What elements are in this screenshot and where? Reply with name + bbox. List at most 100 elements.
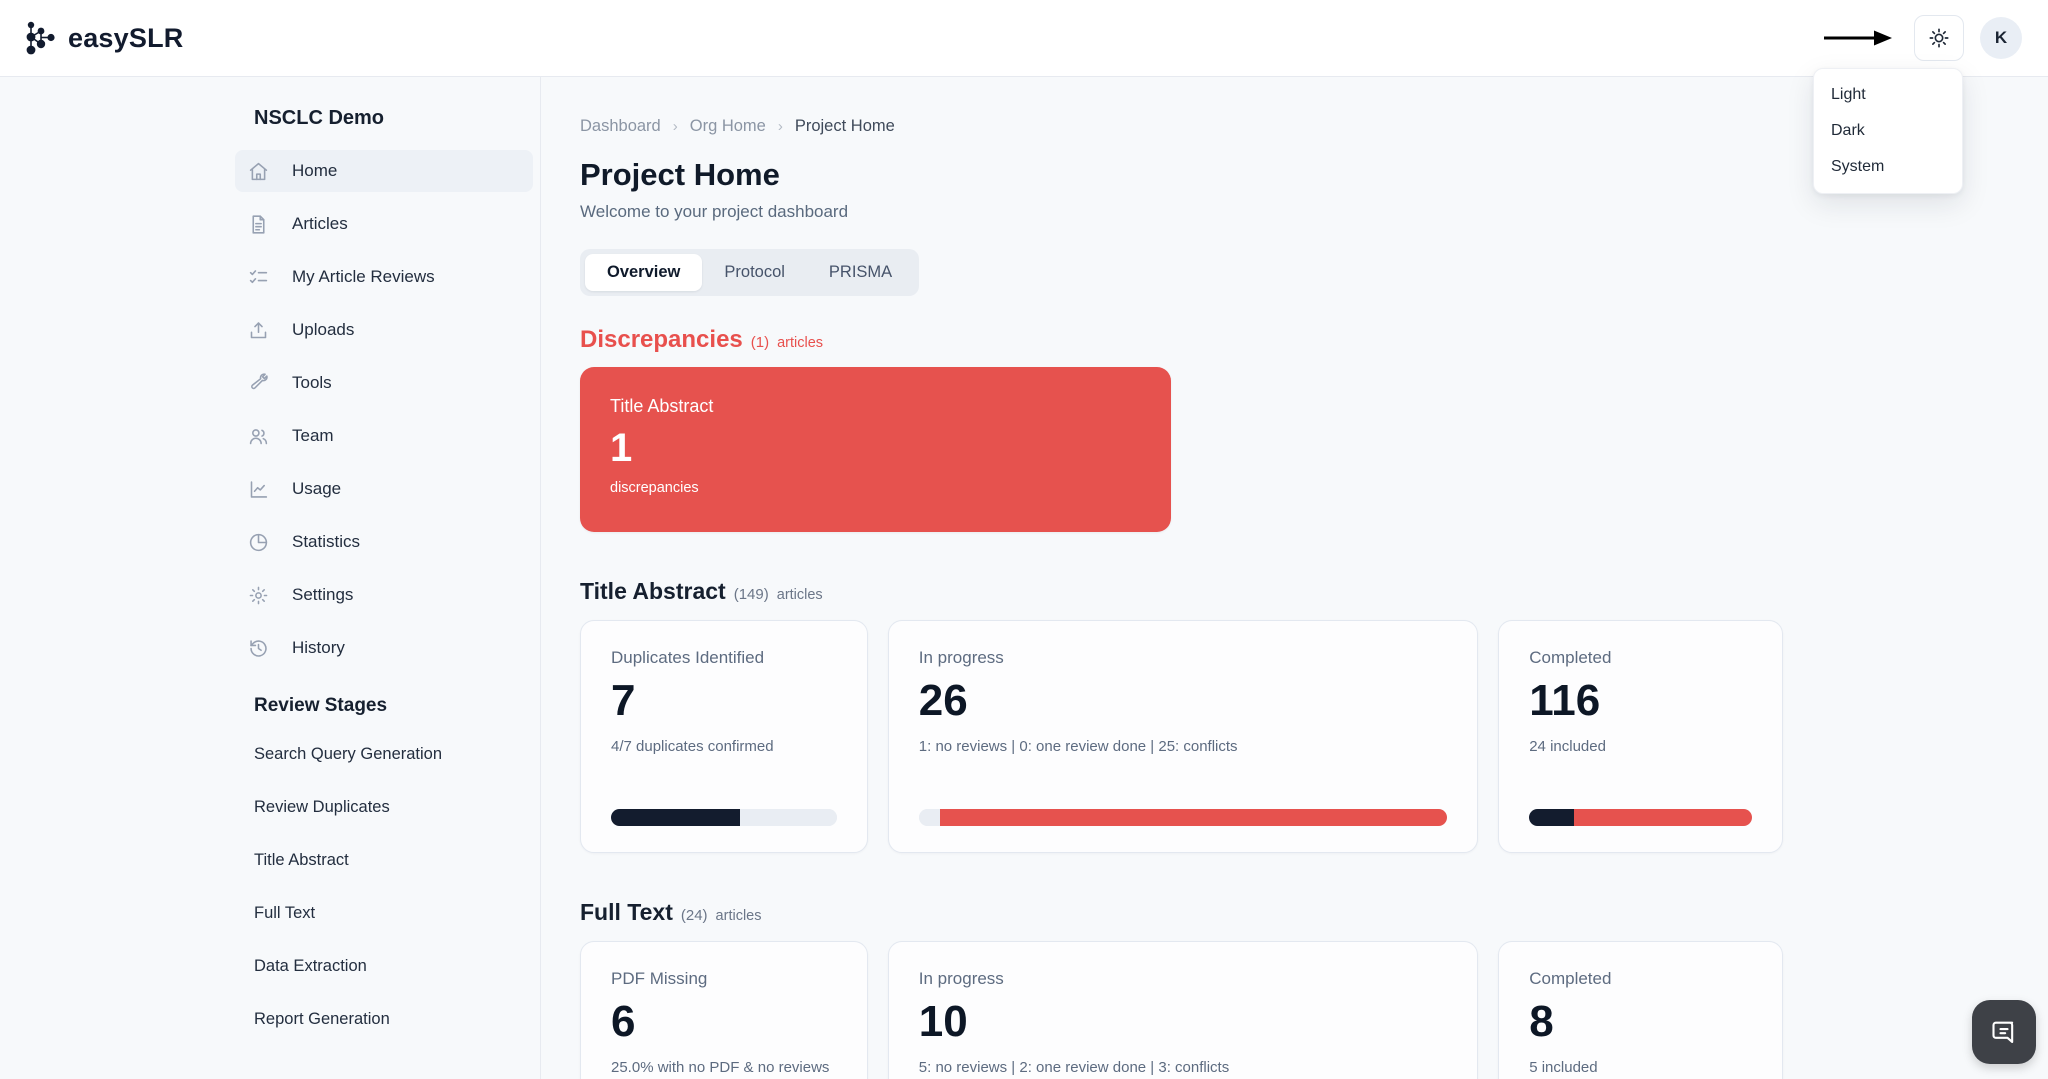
breadcrumb-dashboard[interactable]: Dashboard: [580, 117, 661, 136]
sidebar-item-team[interactable]: Team: [235, 415, 533, 457]
sidebar-item-label: Home: [292, 161, 338, 180]
sidebar-item-label: My Article Reviews: [292, 267, 435, 286]
cursor-arrow: [1822, 29, 1894, 47]
stat-value: 8: [1529, 997, 1554, 1046]
main-content: Dashboard › Org Home › Project Home Proj…: [541, 77, 2048, 1079]
user-avatar[interactable]: K: [1980, 17, 2022, 59]
stat-label: In progress: [918, 648, 1004, 667]
discrepancies-title: Discrepancies: [580, 326, 743, 353]
sidebar-item-label: Settings: [292, 585, 354, 604]
review-stages-title: Review Stages: [254, 695, 388, 716]
section-count: (24): [680, 907, 708, 924]
discrepancies-count: (1): [750, 334, 770, 351]
chat-launcher-button[interactable]: [1972, 1000, 2036, 1064]
page-subtitle: Welcome to your project dashboard: [580, 202, 849, 221]
section-count: (149): [733, 586, 769, 603]
theme-toggle-button[interactable]: [1914, 15, 1964, 61]
stat-caption: 4/7 duplicates confirmed: [611, 738, 774, 755]
wrench-icon: [248, 372, 269, 394]
card-pdf-missing[interactable]: PDF Missing 6 25.0% with no PDF & no rev…: [580, 941, 868, 1079]
upload-icon: [248, 320, 269, 341]
sidebar-item-history[interactable]: History: [235, 627, 533, 669]
sidebar: NSCLC Demo Home Articles My Article Revi…: [0, 77, 541, 1079]
sidebar-item-label: Statistics: [292, 532, 361, 551]
full-text-cards: PDF Missing 6 25.0% with no PDF & no rev…: [580, 941, 1783, 1079]
card-duplicates-identified[interactable]: Duplicates Identified 7 4/7 duplicates c…: [580, 620, 868, 853]
card-completed-full-text[interactable]: Completed 8 5 included: [1498, 941, 1783, 1079]
stat-value: 26: [918, 676, 968, 725]
stat-label: PDF Missing: [611, 969, 708, 988]
sidebar-item-label: Tools: [292, 373, 332, 392]
tab-protocol[interactable]: Protocol: [702, 254, 807, 291]
review-stages-list: Search Query Generation Review Duplicate…: [235, 743, 532, 1030]
sidebar-item-usage[interactable]: Usage: [235, 468, 533, 510]
breadcrumb: Dashboard › Org Home › Project Home: [580, 117, 1783, 136]
sidebar-item-search-query-generation[interactable]: Search Query Generation: [254, 743, 532, 765]
stat-caption: 24 included: [1529, 738, 1606, 755]
stat-caption: 1: no reviews | 0: one review done | 25:…: [918, 738, 1238, 755]
sidebar-item-title-abstract[interactable]: Title Abstract: [254, 849, 532, 871]
sidebar-item-label: Usage: [292, 479, 342, 498]
pie-chart-icon: [248, 532, 269, 553]
section-unit: articles: [776, 587, 823, 603]
progress-bar: [1529, 809, 1752, 826]
history-icon: [248, 638, 269, 659]
progress-bar: [918, 809, 1448, 826]
menu-item-light[interactable]: Light: [1814, 77, 1962, 113]
sidebar-item-review-duplicates[interactable]: Review Duplicates: [254, 796, 532, 818]
tab-overview[interactable]: Overview: [585, 254, 703, 291]
stat-value: 7: [611, 676, 636, 725]
card-in-progress-title-abstract[interactable]: In progress 26 1: no reviews | 0: one re…: [887, 620, 1479, 853]
home-icon: [248, 161, 269, 182]
chevron-right-icon: ›: [672, 118, 678, 135]
gear-icon: [248, 585, 269, 606]
section-title: Full Text: [580, 899, 673, 925]
sidebar-item-label: Articles: [292, 214, 348, 233]
sidebar-item-label: History: [292, 638, 345, 657]
sidebar-nav: Home Articles My Article Reviews Uploads: [235, 150, 533, 669]
card-in-progress-full-text[interactable]: In progress 10 5: no reviews | 2: one re…: [887, 941, 1479, 1079]
document-icon: [248, 214, 269, 235]
discrepancies-card-title: Title Abstract: [610, 396, 714, 416]
app-header: easySLR K: [0, 0, 2048, 77]
page-title: Project Home: [580, 157, 780, 192]
sidebar-item-data-extraction[interactable]: Data Extraction: [254, 955, 532, 977]
line-chart-icon: [248, 479, 269, 500]
menu-item-dark[interactable]: Dark: [1814, 113, 1962, 149]
project-title: NSCLC Demo: [254, 107, 385, 129]
brand-logo: easySLR: [24, 19, 183, 57]
stat-caption: 5 included: [1529, 1059, 1598, 1076]
users-icon: [248, 426, 269, 447]
sidebar-item-uploads[interactable]: Uploads: [235, 309, 533, 351]
section-heading-title-abstract: Title Abstract (149) articles: [580, 578, 1783, 605]
title-abstract-cards: Duplicates Identified 7 4/7 duplicates c…: [580, 620, 1783, 853]
sidebar-item-report-generation[interactable]: Report Generation: [254, 1008, 532, 1030]
discrepancies-card[interactable]: Title Abstract 1 discrepancies: [580, 367, 1171, 532]
progress-bar: [611, 809, 837, 826]
tabstrip: Overview Protocol PRISMA: [580, 249, 920, 296]
stat-label: Completed: [1529, 969, 1612, 988]
discrepancies-unit: articles: [777, 335, 824, 351]
sun-icon: [1928, 27, 1950, 49]
theme-dropdown-menu: Light Dark System: [1813, 68, 1963, 194]
sidebar-item-home[interactable]: Home: [235, 150, 533, 192]
easyslr-logo-icon: [24, 19, 58, 57]
sidebar-item-articles[interactable]: Articles: [235, 203, 533, 245]
menu-item-system[interactable]: System: [1814, 149, 1962, 185]
discrepancies-card-caption: discrepancies: [610, 480, 699, 496]
sidebar-item-label: Team: [292, 426, 334, 445]
checklist-icon: [248, 267, 269, 288]
stat-label: Completed: [1529, 648, 1612, 667]
discrepancies-card-value: 1: [610, 426, 633, 470]
sidebar-item-full-text[interactable]: Full Text: [254, 902, 532, 924]
stat-caption: 25.0% with no PDF & no reviews: [611, 1059, 830, 1076]
tab-prisma[interactable]: PRISMA: [807, 254, 914, 291]
card-completed-title-abstract[interactable]: Completed 116 24 included: [1498, 620, 1783, 853]
sidebar-item-my-article-reviews[interactable]: My Article Reviews: [235, 256, 533, 298]
breadcrumb-project-home: Project Home: [794, 117, 895, 135]
sidebar-item-statistics[interactable]: Statistics: [235, 521, 533, 563]
sidebar-item-settings[interactable]: Settings: [235, 574, 533, 616]
breadcrumb-org-home[interactable]: Org Home: [690, 117, 766, 136]
section-unit: articles: [715, 908, 762, 924]
sidebar-item-tools[interactable]: Tools: [235, 362, 533, 404]
